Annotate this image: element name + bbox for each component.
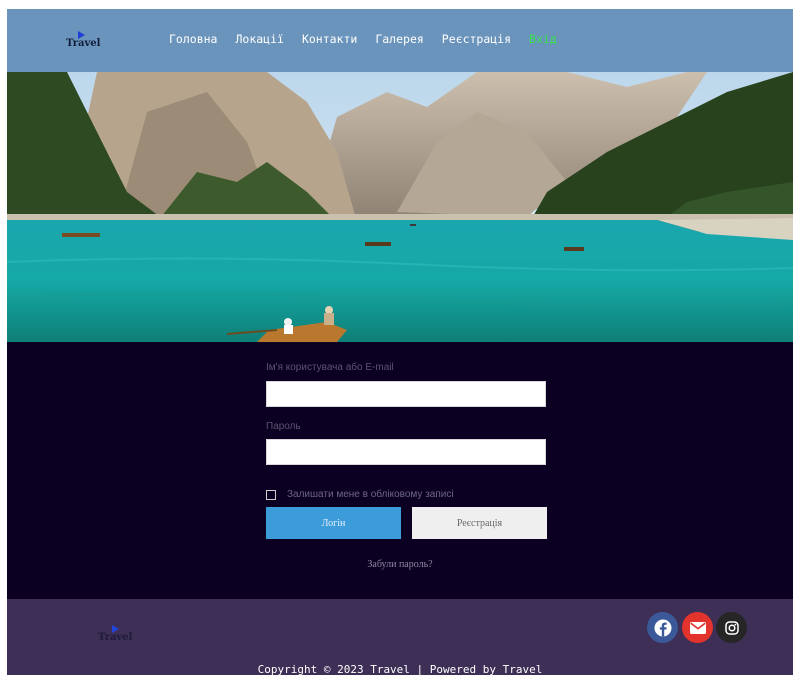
nav-item-login[interactable]: Вхід: [529, 32, 557, 46]
login-section: Ім'я користувача або E-mail Пароль Залиш…: [7, 342, 793, 599]
site-header: Travel Головна Локації Контакти Галерея …: [7, 9, 793, 72]
nav-item-locations[interactable]: Локації: [235, 32, 283, 46]
email-button[interactable]: [682, 612, 713, 643]
register-button[interactable]: Реєстрація: [412, 507, 547, 539]
remember-me: Залишати мене в обліковому записі: [266, 489, 454, 500]
envelope-icon: [689, 621, 706, 634]
site-footer: Travel Copyright © 2023 Travel | Powered…: [7, 599, 793, 675]
page-frame: Travel Головна Локації Контакти Галерея …: [7, 9, 793, 675]
facebook-icon: [654, 619, 671, 636]
username-label: Ім'я користувача або E-mail: [266, 362, 394, 373]
password-input[interactable]: [266, 439, 546, 465]
password-label: Пароль: [266, 421, 301, 432]
lake-mountains-illustration: [7, 72, 793, 342]
logo-text: Travel: [66, 38, 101, 49]
username-input[interactable]: [266, 381, 546, 407]
site-logo[interactable]: Travel: [66, 31, 101, 51]
nav-item-gallery[interactable]: Галерея: [375, 32, 423, 46]
copyright-text: Copyright © 2023 Travel | Powered by Tra…: [257, 663, 543, 675]
nav-item-home[interactable]: Головна: [169, 32, 217, 46]
instagram-button[interactable]: [716, 612, 747, 643]
facebook-button[interactable]: [647, 612, 678, 643]
instagram-icon: [724, 620, 739, 635]
login-button[interactable]: Логін: [266, 507, 401, 539]
main-nav: Головна Локації Контакти Галерея Реєстра…: [169, 32, 575, 46]
nav-item-contacts[interactable]: Контакти: [302, 32, 357, 46]
forgot-password-link[interactable]: Забули пароль?: [7, 559, 793, 570]
footer-logo-text: Travel: [98, 632, 133, 643]
remember-checkbox[interactable]: [266, 489, 276, 500]
footer-logo[interactable]: Travel: [98, 625, 134, 645]
hero-image: [7, 72, 793, 342]
remember-label: Залишати мене в обліковому записі: [287, 489, 454, 500]
nav-item-registration[interactable]: Реєстрація: [442, 32, 511, 46]
